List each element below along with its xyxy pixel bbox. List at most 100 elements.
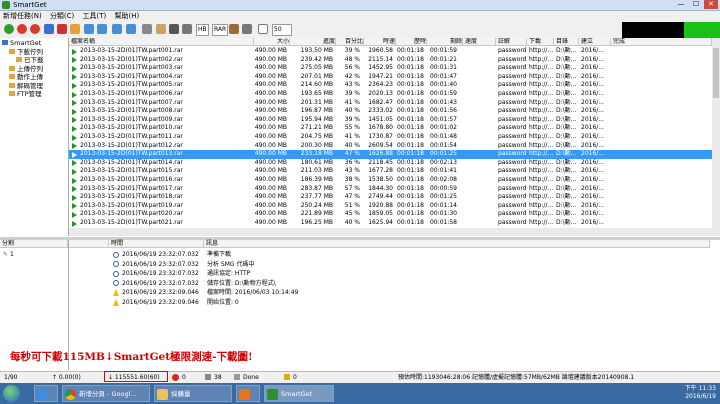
log-row[interactable]: 2016/06/19 23:32:07.032 準備下載 (69, 251, 669, 259)
cell-name: 2013-03-15-2D(01)TW.part019.rar (80, 201, 183, 209)
move-bottom-icon[interactable] (126, 24, 136, 34)
cell-created: 2016/... (581, 167, 605, 175)
col-directory-header[interactable]: 目錄 (554, 38, 579, 46)
start-button[interactable] (3, 385, 20, 402)
table-row[interactable]: 2013-03-15-2D(01)TW.part005.rar 490.00 MB… (69, 81, 712, 90)
col-progress-header[interactable]: 進度 (290, 38, 336, 46)
speed-limit-icon[interactable] (258, 24, 268, 34)
log-row[interactable]: 2016/06/19 23:32:07.032 儲存位置: D:\動物方程式\ (69, 280, 669, 288)
binoculars-icon[interactable] (169, 24, 179, 34)
start-icon[interactable] (4, 24, 14, 34)
col-elapsed-header[interactable]: 歷時 (396, 38, 427, 46)
cell-done: 180.61 MB (300, 158, 333, 166)
col-download-header[interactable]: 下載 (527, 38, 554, 46)
cell-elapsed: 00:01:18 (397, 64, 424, 72)
segment-header[interactable]: 分割 (0, 240, 68, 248)
table-row[interactable]: 2013-03-15-2D(01)TW.part012.rar 490.00 MB… (69, 142, 712, 151)
log-row[interactable]: 2016/06/19 23:32:09.046 開始位置: 0 (69, 298, 669, 307)
table-row[interactable]: 2013-03-15-2D(01)TW.part009.rar 490.00 MB… (69, 116, 712, 125)
table-row[interactable]: 2013-03-15-2D(01)TW.part014.rar 490.00 MB… (69, 159, 712, 168)
log-time: 2016/06/19 23:32:09.046 (122, 289, 199, 296)
taskbar-chrome[interactable]: 新增分頁 - Googl... (62, 385, 150, 402)
table-row[interactable]: 2013-03-15-2D(01)TW.part008.rar 490.00 MB… (69, 107, 712, 116)
cell-note: password (498, 219, 527, 226)
log-row[interactable]: 2016/06/19 23:32:07.032 通訊協定: HTTP (69, 270, 669, 278)
cell-pct: 39 % (344, 47, 360, 54)
table-row[interactable]: 2013-03-15-2D(01)TW.part010.rar 490.00 MB… (69, 124, 712, 133)
col-remaining-header[interactable]: 剩餘 (427, 38, 463, 46)
properties-icon[interactable] (142, 24, 152, 34)
table-horizontal-scrollbar[interactable] (69, 228, 712, 236)
log-row[interactable]: 2016/06/19 23:32:07.032 分析 SMG 代碼中 (69, 261, 669, 269)
table-row[interactable]: 2013-03-15-2D(01)TW.part019.rar 490.00 MB… (69, 202, 712, 211)
move-down-icon[interactable] (97, 24, 107, 34)
segment-item[interactable]: ✎ 1 (3, 251, 14, 258)
hb-button[interactable]: HB (196, 24, 209, 36)
col-note-header[interactable]: 註解 (496, 38, 527, 46)
speed-highlight-box (104, 371, 168, 382)
col-rate-header[interactable]: 時速 (364, 38, 396, 46)
table-row[interactable]: 2013-03-15-2D(01)TW.part017.rar 490.00 MB… (69, 185, 712, 194)
table-row[interactable]: 2013-03-15-2D(01)TW.part018.rar 490.00 MB… (69, 193, 712, 202)
table-row[interactable]: 2013-03-15-2D(01)TW.part020.rar 490.00 MB… (69, 210, 712, 219)
table-row[interactable]: 2013-03-15-2D(01)TW.part015.rar 490.00 MB… (69, 167, 712, 176)
stop-icon[interactable] (17, 24, 27, 34)
minimize-button[interactable]: — (674, 0, 688, 9)
log-header-message[interactable]: 訊息 (204, 240, 710, 248)
maximize-button[interactable]: ☐ (689, 0, 703, 9)
table-row[interactable]: 2013-03-15-2D(01)TW.part001.rar 490.00 MB… (69, 47, 712, 56)
table-row[interactable]: 2013-03-15-2D(01)TW.part013.rar 490.00 MB… (69, 150, 712, 159)
taskbar-smartget[interactable]: SmartGet (264, 385, 334, 402)
thread-icon (205, 374, 211, 380)
tree-ftp-manager[interactable]: FTP管理 (9, 90, 42, 99)
menu-category[interactable]: 分類(C) (47, 11, 77, 21)
scroll-thumb[interactable] (713, 48, 719, 98)
taskbar-media[interactable] (236, 385, 260, 402)
folder-icon[interactable] (70, 24, 80, 34)
menu-help[interactable]: 幫助(H) (112, 11, 143, 21)
table-row[interactable]: 2013-03-15-2D(01)TW.part002.rar 490.00 MB… (69, 56, 712, 65)
move-up-icon[interactable] (84, 24, 94, 34)
archive-icon[interactable] (229, 24, 239, 34)
col-completed-header[interactable]: 完成 (611, 38, 712, 46)
browser-icon[interactable] (156, 24, 166, 34)
log-header-time[interactable]: 時間 (109, 240, 204, 248)
settings-icon[interactable] (242, 24, 252, 34)
stop-all-icon[interactable] (30, 24, 40, 34)
menu-new-task[interactable]: 新增任務(N) (0, 11, 45, 21)
cell-created: 2016/... (581, 133, 605, 140)
table-row[interactable]: 2013-03-15-2D(01)TW.part007.rar 490.00 MB… (69, 99, 712, 108)
table-row[interactable]: 2013-03-15-2D(01)TW.part011.rar 490.00 MB… (69, 133, 712, 142)
table-row[interactable]: 2013-03-15-2D(01)TW.part004.rar 490.00 MB… (69, 73, 712, 82)
table-row[interactable]: 2013-03-15-2D(01)TW.part006.rar 490.00 MB… (69, 90, 712, 99)
table-row[interactable]: 2013-03-15-2D(01)TW.part021.rar 490.00 MB… (69, 219, 712, 228)
col-size-header[interactable]: 大小 (254, 38, 290, 46)
taskbar-explorer[interactable]: 採購量 (154, 385, 232, 402)
menu-tools[interactable]: 工具(T) (80, 11, 110, 21)
cell-elapsed: 00:01:18 (397, 124, 424, 132)
taskbar-clock[interactable]: 下午 11:33 2016/6/19 (685, 385, 716, 401)
taskbar-ie[interactable] (34, 385, 58, 402)
delete-icon[interactable] (57, 24, 67, 34)
pencil-icon: ✎ (3, 251, 9, 258)
move-top-icon[interactable] (112, 24, 122, 34)
speed-limit-field[interactable]: 50 (272, 24, 292, 36)
cell-done: 275.05 MB (300, 64, 333, 72)
cell-created: 2016/... (581, 98, 605, 106)
col-speed-header[interactable]: 速度 (463, 38, 496, 46)
table-vertical-scrollbar[interactable] (712, 38, 720, 236)
cell-note: password (498, 107, 527, 115)
table-row[interactable]: 2013-03-15-2D(01)TW.part003.rar 490.00 MB… (69, 64, 712, 73)
col-percent-header[interactable]: 百分比 (336, 38, 364, 46)
add-task-icon[interactable] (44, 24, 54, 34)
grid-icon[interactable] (182, 24, 192, 34)
cell-pct: 47 % (344, 150, 360, 158)
cell-rate: 2020.13 (368, 90, 393, 97)
cell-note: password (498, 167, 527, 175)
table-row[interactable]: 2013-03-15-2D(01)TW.part016.rar 490.00 MB… (69, 176, 712, 185)
log-row[interactable]: 2016/06/19 23:32:09.046 檔案時間: 2016/06/03 … (69, 289, 669, 297)
col-filename-header[interactable]: 檔案名稱 (69, 38, 254, 46)
rar-button[interactable]: RAR (212, 24, 229, 36)
col-created-header[interactable]: 建立 (579, 38, 611, 46)
close-button[interactable]: ✕ (704, 0, 718, 9)
